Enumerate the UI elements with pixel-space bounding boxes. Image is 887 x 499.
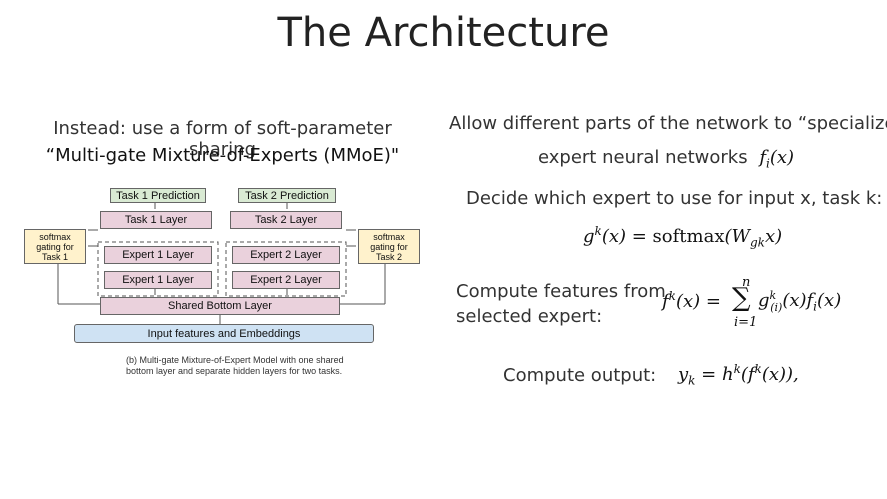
task1-layer-box: Task 1 Layer xyxy=(100,211,212,229)
allow-specialize-text: Allow different parts of the network to … xyxy=(449,113,887,134)
decide-text: Decide which expert to use for input x, … xyxy=(466,188,883,209)
expert-nn-formula: fi(x) xyxy=(759,147,795,171)
output-formula: yk = hk(fk(x)), xyxy=(678,362,799,388)
expert2-layer-bottom: Expert 2 Layer xyxy=(232,271,340,289)
task2-layer-box: Task 2 Layer xyxy=(230,211,342,229)
page-title: The Architecture xyxy=(277,10,610,56)
shared-bottom-layer: Shared Bottom Layer xyxy=(100,297,340,315)
task2-prediction-box: Task 2 Prediction xyxy=(238,188,336,203)
diagram-caption-line-1: (b) Multi-gate Mixture-of-Expert Model w… xyxy=(126,355,344,365)
left-line-2: “Multi-gate Mixture-of-Experts (MMoE)" xyxy=(45,145,400,166)
compute-features-line-2: selected expert: xyxy=(456,306,603,327)
mmoe-diagram: Task 1 Prediction Task 2 Prediction Task… xyxy=(20,182,425,387)
compute-features-line-1: Compute features from xyxy=(456,281,666,302)
features-rhs: gk(i)(x)fi(x) xyxy=(758,289,842,314)
compute-output-text: Compute output: xyxy=(503,365,657,386)
expert2-layer-top: Expert 2 Layer xyxy=(232,246,340,264)
sum-lower: i=1 xyxy=(734,315,758,330)
features-lhs: fk(x) = xyxy=(662,289,721,312)
gate1-box: softmax gating for Task 1 xyxy=(24,229,86,264)
features-formula: fk(x) = n ∑ i=1 gk(i)(x)fi(x) xyxy=(662,275,862,333)
expert-nn-text: expert neural networks fi(x) xyxy=(538,147,794,171)
sum-symbol: ∑ xyxy=(732,283,751,313)
expert1-layer-bottom: Expert 1 Layer xyxy=(104,271,212,289)
gate2-label: softmax gating for Task 2 xyxy=(370,231,408,262)
task1-prediction-box: Task 1 Prediction xyxy=(110,188,206,203)
expert-nn-label: expert neural networks xyxy=(538,147,748,168)
gate2-box: softmax gating for Task 2 xyxy=(358,229,420,264)
expert1-layer-top: Expert 1 Layer xyxy=(104,246,212,264)
input-features-box: Input features and Embeddings xyxy=(74,324,374,343)
gating-formula: gk(x) = softmax(Wgkx) xyxy=(583,224,783,250)
diagram-caption-line-2: bottom layer and separate hidden layers … xyxy=(126,366,343,376)
gate1-label: softmax gating for Task 1 xyxy=(36,231,74,262)
